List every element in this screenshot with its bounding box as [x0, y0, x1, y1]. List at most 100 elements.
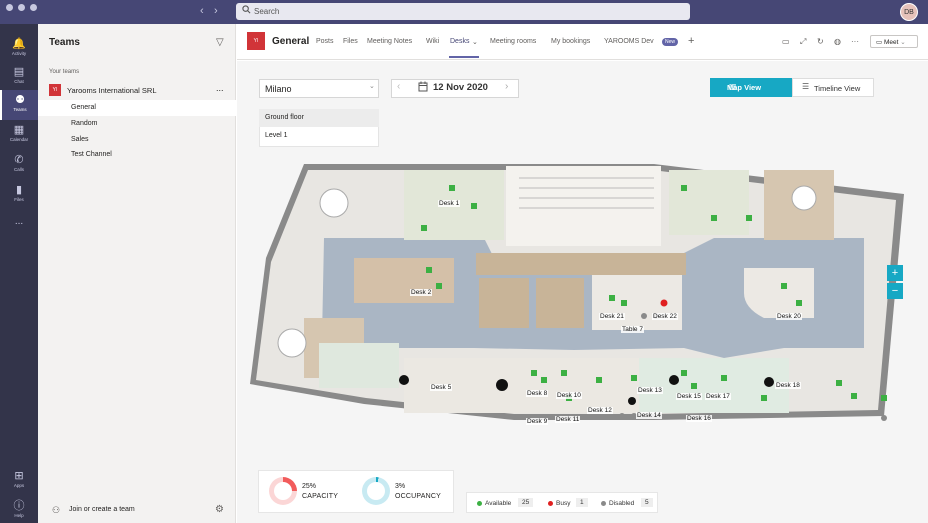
- desk-label-15[interactable]: Desk 15: [676, 393, 702, 400]
- disabled-marker: [881, 415, 887, 421]
- desk-label-10[interactable]: Desk 10: [556, 392, 582, 399]
- tab-wiki[interactable]: Wiki: [426, 38, 439, 45]
- desk-label-16[interactable]: Desk 16: [686, 415, 712, 422]
- zoom-out-button[interactable]: −: [887, 283, 903, 299]
- tab-posts[interactable]: Posts: [316, 38, 334, 45]
- tab-yarooms-dev[interactable]: YAROOMS Dev: [604, 38, 654, 45]
- desk-label-2[interactable]: Desk 2: [410, 289, 433, 296]
- tab-desks[interactable]: Desks: [450, 38, 469, 45]
- desk-label-5[interactable]: Desk 5: [430, 384, 453, 391]
- channel-test[interactable]: Test Channel: [38, 147, 236, 163]
- desk-marker[interactable]: [836, 380, 842, 386]
- gear-icon[interactable]: ⚙: [215, 504, 224, 515]
- filter-icon[interactable]: ▽: [216, 37, 224, 48]
- desk-label-8[interactable]: Desk 8: [526, 390, 549, 397]
- desk-label-18[interactable]: Desk 18: [775, 382, 801, 389]
- back-icon[interactable]: ‹: [200, 5, 204, 17]
- new-badge: New: [662, 38, 679, 46]
- section-label: Your teams: [49, 69, 80, 75]
- location-select[interactable]: Milano: [259, 79, 379, 98]
- join-team-icon[interactable]: ⚇: [52, 505, 60, 516]
- rail-activity[interactable]: 🔔 Activity: [0, 34, 38, 64]
- tab-files[interactable]: Files: [343, 38, 358, 45]
- desk-marker[interactable]: [796, 300, 802, 306]
- desk-label-14[interactable]: Desk 14: [636, 412, 662, 419]
- tab-my-bookings[interactable]: My bookings: [551, 38, 590, 45]
- channel-general[interactable]: General: [38, 100, 236, 116]
- chevron-down-icon[interactable]: ⌄: [472, 38, 478, 46]
- desk-marker[interactable]: [609, 295, 615, 301]
- desk-label-9[interactable]: Desk 9: [526, 418, 549, 425]
- tab-meeting-notes[interactable]: Meeting Notes: [367, 38, 412, 45]
- map-view-button[interactable]: Map View: [710, 78, 792, 97]
- desk-marker[interactable]: [681, 370, 687, 376]
- desk-marker[interactable]: [691, 383, 697, 389]
- desk-marker[interactable]: [781, 283, 787, 289]
- desk-label-20[interactable]: Desk 20: [776, 313, 802, 320]
- floor-level-1[interactable]: Level 1: [259, 127, 379, 146]
- forward-icon[interactable]: ›: [214, 5, 218, 17]
- phone-icon: ✆: [14, 154, 24, 166]
- window-maximize-button[interactable]: [30, 4, 37, 11]
- capacity-percent: 25%: [302, 483, 317, 490]
- search-input[interactable]: Search: [236, 3, 690, 20]
- avatar[interactable]: DB: [900, 3, 918, 21]
- desk-marker[interactable]: [426, 267, 432, 273]
- rail-files[interactable]: ▮ Files: [0, 180, 38, 210]
- desk-label-22[interactable]: Desk 22: [652, 313, 678, 320]
- rail-chat[interactable]: ▤ Chat: [0, 62, 38, 92]
- desk-marker[interactable]: [541, 377, 547, 383]
- desk-marker[interactable]: [531, 370, 537, 376]
- desk-marker[interactable]: [621, 300, 627, 306]
- desk-marker[interactable]: [711, 215, 717, 221]
- more-apps-icon[interactable]: ...: [0, 216, 38, 227]
- desk-marker[interactable]: [681, 185, 687, 191]
- team-more-button[interactable]: ...: [216, 83, 224, 93]
- join-team-link[interactable]: Join or create a team: [69, 506, 135, 513]
- desk-marker[interactable]: [449, 185, 455, 191]
- team-name[interactable]: Yarooms International SRL: [67, 86, 157, 95]
- channel-random[interactable]: Random: [38, 116, 236, 132]
- more-icon[interactable]: ···: [851, 37, 859, 46]
- desk-marker[interactable]: [631, 375, 637, 381]
- desk-label-21[interactable]: Desk 21: [599, 313, 625, 320]
- rail-calls[interactable]: ✆ Calls: [0, 150, 38, 180]
- chevron-down-icon: ⌄: [369, 83, 375, 90]
- desk-marker[interactable]: [851, 393, 857, 399]
- globe-icon[interactable]: ◍: [834, 37, 841, 46]
- expand-icon[interactable]: ⤢: [800, 37, 806, 47]
- add-tab-icon[interactable]: +: [688, 35, 694, 47]
- desk-label-13[interactable]: Desk 13: [637, 387, 663, 394]
- desk-marker[interactable]: [881, 395, 887, 401]
- meet-button[interactable]: ▭ Meet ⌄: [870, 35, 918, 48]
- desk-label-17[interactable]: Desk 17: [705, 393, 731, 400]
- table-label-7[interactable]: Table 7: [621, 326, 644, 333]
- desk-marker[interactable]: [561, 370, 567, 376]
- desk-marker[interactable]: [761, 395, 767, 401]
- rail-teams[interactable]: ⚉ Teams: [0, 90, 38, 120]
- conversation-icon[interactable]: ▭: [782, 37, 790, 46]
- map-icon: ▥: [729, 82, 737, 91]
- rail-help[interactable]: ⓘ Help: [0, 496, 38, 523]
- busy-marker[interactable]: [660, 299, 668, 307]
- floor-ground[interactable]: Ground floor: [259, 109, 379, 127]
- desk-marker[interactable]: [421, 225, 427, 231]
- desk-marker[interactable]: [471, 203, 477, 209]
- next-day-icon[interactable]: ›: [505, 81, 508, 92]
- tab-meeting-rooms[interactable]: Meeting rooms: [490, 38, 536, 45]
- rail-apps[interactable]: ⊞ Apps: [0, 466, 38, 496]
- rail-calendar[interactable]: ▦ Calendar: [0, 120, 38, 150]
- zoom-in-button[interactable]: +: [887, 265, 903, 281]
- desk-label-1[interactable]: Desk 1: [438, 200, 461, 207]
- desk-label-11[interactable]: Desk 11: [555, 416, 581, 423]
- window-close-button[interactable]: [6, 4, 13, 11]
- window-minimize-button[interactable]: [18, 4, 25, 11]
- desk-marker[interactable]: [436, 283, 442, 289]
- refresh-icon[interactable]: ↻: [817, 37, 824, 46]
- desk-marker[interactable]: [596, 377, 602, 383]
- prev-day-icon[interactable]: ‹: [397, 81, 400, 92]
- desk-marker[interactable]: [721, 375, 727, 381]
- channel-sales[interactable]: Sales: [38, 132, 236, 148]
- desk-marker[interactable]: [746, 215, 752, 221]
- desk-label-12[interactable]: Desk 12: [587, 407, 613, 414]
